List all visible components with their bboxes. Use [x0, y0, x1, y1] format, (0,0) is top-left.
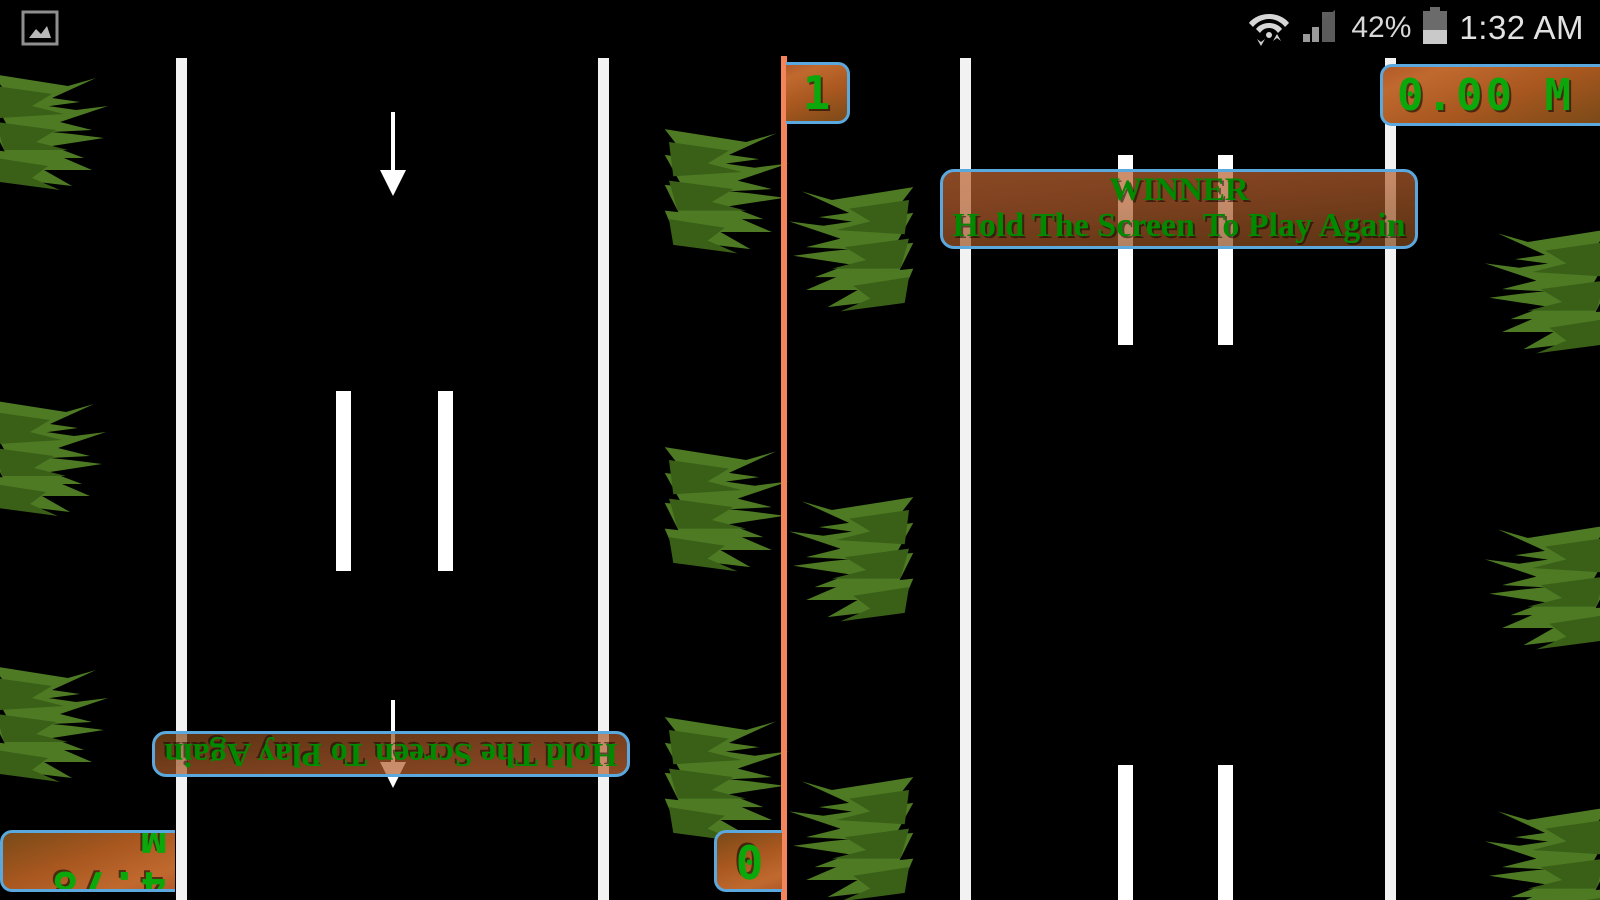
player-one-distance-display: 0.00 M	[1380, 64, 1600, 126]
grass-sprite	[784, 760, 914, 900]
player-two-distance-display: 4.78 M	[0, 830, 175, 892]
winner-banner-title: WINNER	[1109, 171, 1249, 208]
battery-percent-label: 42%	[1351, 11, 1412, 44]
game-screen[interactable]: 0.00 M 4.78 M 1 0 WINNER Hold The Screen…	[0, 0, 1600, 900]
cell-signal-icon	[1301, 8, 1341, 49]
grass-sprite	[664, 700, 794, 850]
grass-sprite	[0, 650, 112, 790]
player-two-win-counter: 0	[714, 830, 782, 892]
lane-dash	[1218, 765, 1233, 900]
grass-sprite	[1480, 790, 1600, 900]
grass-sprite	[0, 384, 110, 524]
grass-sprite	[664, 112, 794, 262]
status-bar-right-group: 42% 1:32 AM	[1247, 0, 1584, 56]
lane-dash	[336, 391, 351, 571]
lane-dash	[438, 391, 453, 571]
grass-sprite	[664, 430, 794, 580]
image-icon[interactable]	[21, 10, 59, 46]
battery-icon	[1421, 6, 1449, 51]
grass-sprite	[784, 170, 914, 320]
lane-dash	[1118, 765, 1133, 900]
winner-banner[interactable]: WINNER Hold The Screen To Play Again	[940, 169, 1418, 249]
winner-banner-subtitle: Hold The Screen To Play Again	[952, 207, 1406, 245]
player-two-arrow-top	[375, 112, 411, 200]
android-status-bar[interactable]: 42% 1:32 AM	[0, 0, 1600, 56]
grass-sprite	[1480, 508, 1600, 658]
grass-sprite	[1480, 212, 1600, 362]
center-divider	[781, 56, 787, 900]
loser-banner[interactable]: Hold The Screen To Play Again	[152, 731, 630, 777]
player-one-playfield[interactable]	[786, 0, 1600, 900]
player-one-win-counter: 1	[786, 62, 850, 124]
clock-label: 1:32 AM	[1459, 9, 1584, 46]
loser-banner-subtitle: Hold The Screen To Play Again	[164, 736, 618, 774]
wifi-icon	[1247, 6, 1291, 51]
grass-sprite	[0, 58, 112, 198]
grass-sprite	[784, 480, 914, 630]
